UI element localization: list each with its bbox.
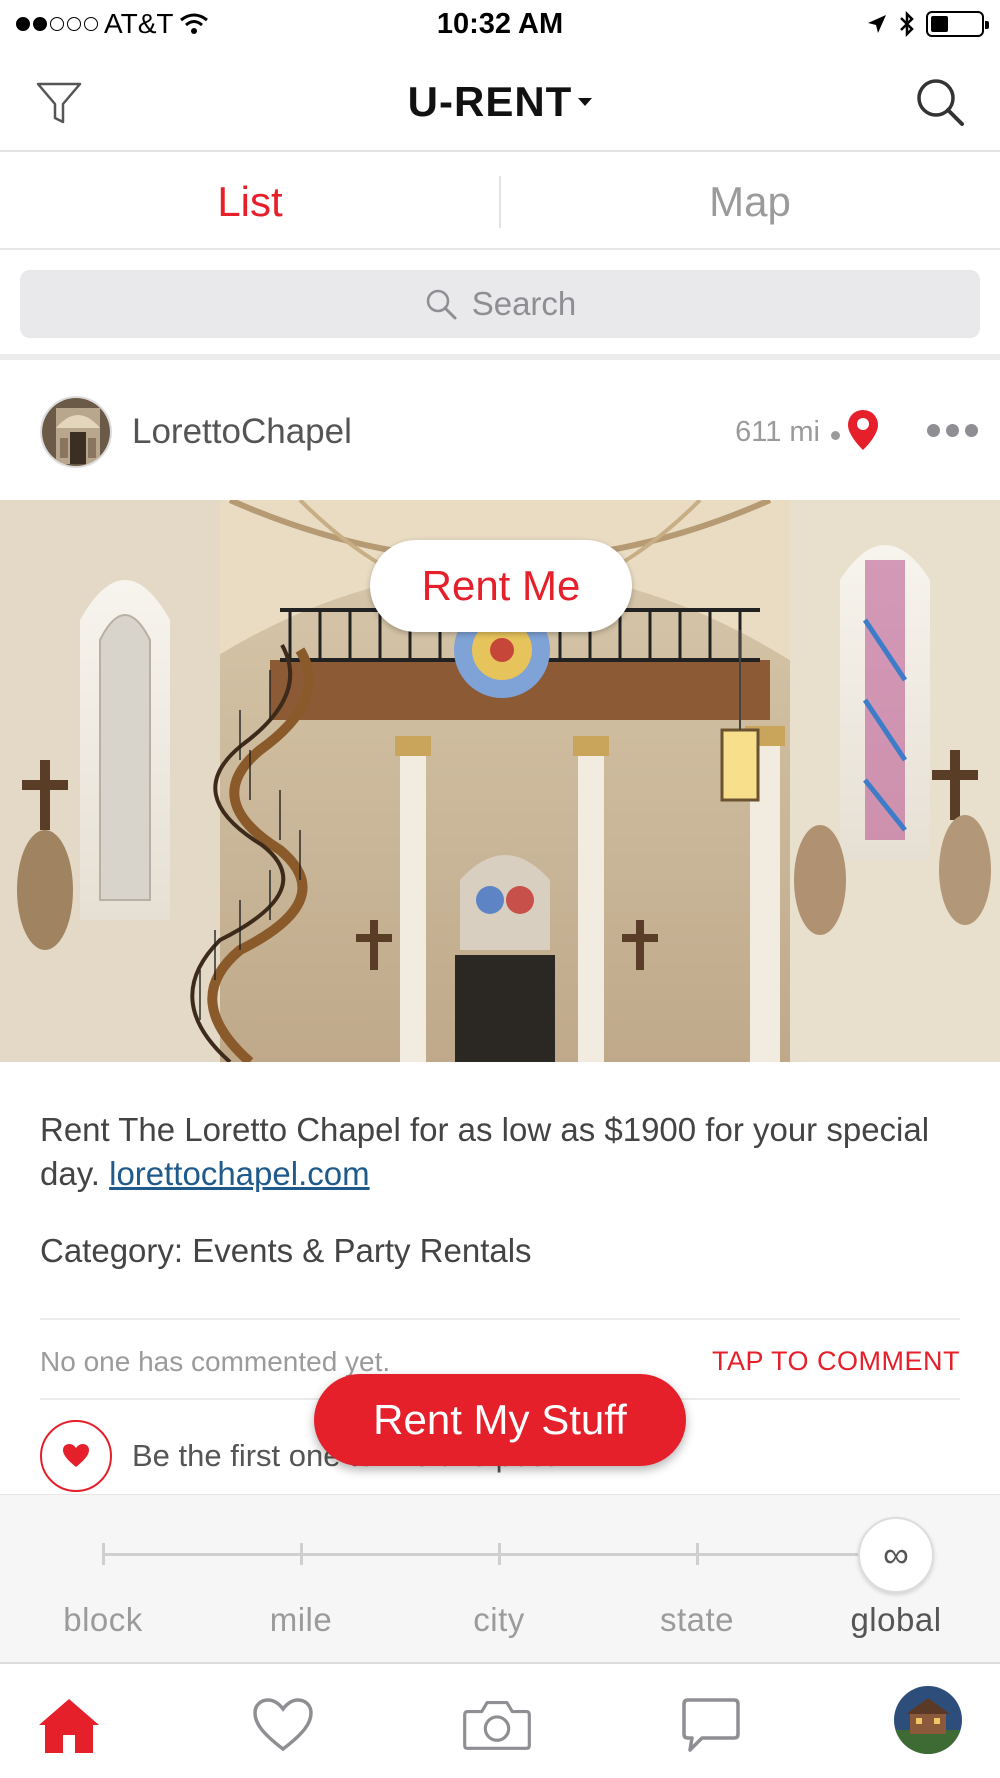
more-options-icon[interactable] — [927, 424, 978, 437]
search-area: Search — [0, 252, 1000, 360]
post-distance: 611 mi — [735, 416, 820, 448]
tab-favorites[interactable] — [248, 1690, 318, 1760]
location-arrow-icon — [868, 15, 886, 33]
range-label-mile[interactable]: mile — [221, 1601, 381, 1639]
tab-divider — [499, 176, 501, 228]
status-bar: AT&T 10:32 AM — [0, 0, 1000, 50]
range-tick — [102, 1543, 105, 1565]
tab-messages[interactable] — [676, 1690, 746, 1760]
range-tick — [300, 1543, 303, 1565]
tab-profile-avatar[interactable] — [894, 1686, 962, 1754]
post-link[interactable]: lorettochapel.com — [109, 1155, 369, 1192]
tab-home[interactable] — [34, 1690, 104, 1760]
rent-me-button[interactable]: Rent Me — [370, 540, 632, 632]
separator-dot — [831, 431, 840, 440]
app-title: U-RENT — [407, 78, 573, 125]
range-label-block[interactable]: block — [23, 1601, 183, 1639]
nav-bar: U-RENT — [0, 52, 1000, 152]
post-category: Category: Events & Party Rentals — [40, 1232, 532, 1269]
post-username[interactable]: LorettoChapel — [132, 412, 352, 452]
comments-status: No one has commented yet. — [40, 1346, 391, 1377]
battery-icon — [926, 11, 989, 37]
tab-map[interactable]: Map — [500, 154, 1000, 250]
bluetooth-icon — [900, 10, 914, 38]
clock: 10:32 AM — [436, 8, 564, 40]
search-field-icon — [426, 289, 457, 320]
tab-bar — [0, 1662, 1000, 1778]
tab-list[interactable]: List — [0, 154, 500, 250]
range-tick — [498, 1543, 501, 1565]
range-tick — [696, 1543, 699, 1565]
caret-down-icon — [578, 97, 593, 106]
post-description: Rent The Loretto Chapel for as low as $1… — [40, 1108, 960, 1196]
home-icon — [39, 1699, 99, 1753]
camera-icon — [463, 1700, 531, 1750]
range-label-city[interactable]: city — [419, 1601, 579, 1639]
range-label-state[interactable]: state — [617, 1601, 777, 1639]
app-title-dropdown[interactable]: U-RENT — [0, 78, 1000, 126]
search-input[interactable]: Search — [20, 270, 980, 338]
rent-my-stuff-button[interactable]: Rent My Stuff — [314, 1374, 686, 1466]
divider — [40, 1318, 960, 1320]
status-icons — [866, 10, 989, 38]
tap-to-comment-button[interactable]: TAP TO COMMENT — [712, 1346, 960, 1377]
range-label-global[interactable]: global — [816, 1601, 976, 1639]
tab-camera[interactable] — [462, 1690, 532, 1760]
search-placeholder: Search — [471, 285, 577, 322]
range-slider[interactable]: ∞ block mile city state global — [0, 1494, 1000, 1662]
search-icon[interactable] — [914, 76, 966, 128]
heart-icon — [63, 1444, 89, 1467]
post-photo[interactable]: Rent Me — [0, 500, 1000, 1062]
post-header: LorettoChapel 611 mi — [0, 368, 1000, 500]
location-pin-icon[interactable] — [846, 408, 880, 452]
view-tabs: List Map — [0, 154, 1000, 250]
like-button[interactable] — [40, 1420, 112, 1492]
heart-outline-icon — [253, 1698, 313, 1752]
avatar[interactable] — [40, 396, 112, 468]
range-knob[interactable]: ∞ — [858, 1517, 934, 1593]
chat-icon — [682, 1698, 740, 1752]
